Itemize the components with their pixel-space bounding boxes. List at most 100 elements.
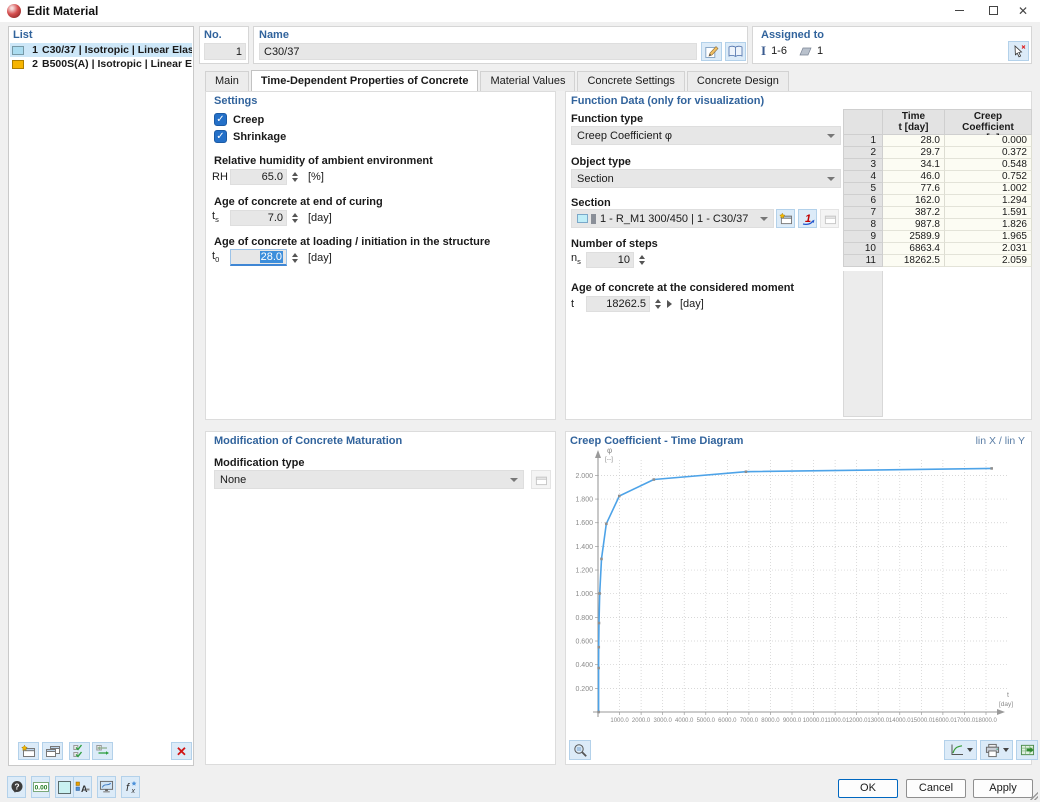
table-row-number[interactable]: 5 [843,183,883,195]
table-cell-creep[interactable]: 2.031 [945,243,1032,255]
select-assigned-objects-button[interactable] [1008,41,1029,61]
edit-section-button[interactable] [820,209,839,228]
minimize-button[interactable] [944,1,974,20]
formula-button[interactable]: fx [121,776,140,798]
name-box: Name C30/37 [253,26,748,64]
new-modification-button[interactable] [531,470,551,489]
rh-spinner[interactable] [289,169,300,185]
display-on-screen-button[interactable] [97,776,116,798]
moment-input[interactable]: 18262.5 [586,296,650,312]
tab-main[interactable]: Main [205,71,249,91]
table-row-number[interactable]: 7 [843,207,883,219]
new-section-button[interactable] [776,209,795,228]
steps-spinner[interactable] [636,252,647,268]
formula-fx-icon: fx [123,780,138,794]
steps-row: ns 10 [571,251,647,268]
apply-button[interactable]: Apply [973,779,1033,798]
table-cell-creep[interactable]: 1.826 [945,219,1032,231]
table-cell-time[interactable]: 29.7 [883,147,945,159]
tab-concrete-settings[interactable]: Concrete Settings [577,71,684,91]
export-chart-button[interactable] [1016,740,1038,760]
ts-spinner[interactable] [289,210,300,226]
moment-spinner[interactable] [652,296,663,312]
maximize-button[interactable] [978,1,1008,20]
cancel-button[interactable]: Cancel [906,779,966,798]
section-select[interactable]: 1 - R_M1 300/450 | 1 - C30/37 [571,209,774,228]
table-row-number[interactable]: 9 [843,231,883,243]
table-row-number[interactable]: 10 [843,243,883,255]
resize-grip[interactable] [1030,792,1038,800]
material-library-button[interactable] [725,42,746,61]
shrinkage-checkbox[interactable]: ✓ Shrinkage [214,130,286,143]
delete-material-button[interactable]: ✕ [171,742,192,760]
print-chart-button[interactable] [980,740,1013,760]
table-cell-time[interactable]: 46.0 [883,171,945,183]
material-name-field[interactable]: C30/37 [259,43,697,60]
table-cell-time[interactable]: 77.6 [883,183,945,195]
edit-name-button[interactable] [701,42,722,61]
chart-zoom-button[interactable] [569,740,591,760]
copy-material-button[interactable] [42,742,63,760]
table-cell-time[interactable]: 6863.4 [883,243,945,255]
edit-material-dialog: Edit Material ✕ List 1C30/37 | Isotropic… [0,0,1040,802]
creep-checkbox[interactable]: ✓ Creep [214,113,264,126]
help-button[interactable]: ? [7,776,26,798]
table-cell-time[interactable]: 18262.5 [883,255,945,267]
modification-type-select[interactable]: None [214,470,524,489]
list-item[interactable]: 1C30/37 | Isotropic | Linear Elastic [10,43,192,57]
table-cell-creep[interactable]: 1.294 [945,195,1032,207]
table-cell-time[interactable]: 28.0 [883,135,945,147]
diagram-settings-button[interactable] [944,740,977,760]
select-all-button[interactable] [69,742,90,760]
section-info-button[interactable]: 1 [798,209,817,228]
ts-input[interactable]: 7.0 [230,210,287,226]
rh-input[interactable]: 65.0 [230,169,287,185]
table-cell-creep[interactable]: 0.000 [945,135,1032,147]
chart-canvas[interactable]: 0.2000.4000.6000.8001.0001.2001.4001.600… [567,444,1031,740]
steps-input[interactable]: 10 [586,252,634,268]
list-item[interactable]: 2B500S(A) | Isotropic | Linear Elastic [10,57,192,71]
table-row-number[interactable]: 11 [843,255,883,267]
section-label: Section [571,197,611,209]
tab-material-values[interactable]: Material Values [480,71,575,91]
table-row-number[interactable]: 4 [843,171,883,183]
svg-text:12000.0: 12000.0 [846,718,868,724]
table-cell-creep[interactable]: 0.752 [945,171,1032,183]
table-cell-creep[interactable]: 1.965 [945,231,1032,243]
table-cell-time[interactable]: 162.0 [883,195,945,207]
tab-time-dependent-properties-of-concrete[interactable]: Time-Dependent Properties of Concrete [251,70,479,91]
table-row-number[interactable]: 1 [843,135,883,147]
table-cell-time[interactable]: 34.1 [883,159,945,171]
t0-spinner[interactable] [289,250,300,266]
table-row-number[interactable]: 8 [843,219,883,231]
t0-input[interactable]: 28.0 [230,249,287,266]
units-settings-button[interactable]: 0.00 [31,776,50,798]
material-color-swatch [12,60,24,69]
object-type-select[interactable]: Section [571,169,841,188]
table-cell-creep[interactable]: 1.002 [945,183,1032,195]
table-cell-time[interactable]: 387.2 [883,207,945,219]
svg-text:8000.0: 8000.0 [761,718,780,724]
tab-bar: MainTime-Dependent Properties of Concret… [205,70,791,91]
new-material-button[interactable] [18,742,39,760]
table-cell-creep[interactable]: 0.548 [945,159,1032,171]
table-cell-creep[interactable]: 0.372 [945,147,1032,159]
settings-panel: Settings ✓ Creep ✓ Shrinkage Relative hu… [205,91,556,420]
table-cell-creep[interactable]: 1.591 [945,207,1032,219]
toggle-selection-button[interactable] [92,742,113,760]
table-cell-time[interactable]: 2589.9 [883,231,945,243]
ok-button[interactable]: OK [838,779,898,798]
table-row-number[interactable]: 2 [843,147,883,159]
table-cell-time[interactable]: 987.8 [883,219,945,231]
tab-concrete-design[interactable]: Concrete Design [687,71,789,91]
close-button[interactable]: ✕ [1008,1,1038,20]
creep-time-diagram: 0.2000.4000.6000.8001.0001.2001.4001.600… [567,444,1031,740]
material-color-button[interactable] [55,776,74,798]
display-properties-button[interactable]: A [73,776,92,798]
list-toolbar: ✕ [12,742,190,762]
table-row-number[interactable]: 6 [843,195,883,207]
play-icon[interactable] [667,300,672,308]
table-cell-creep[interactable]: 2.059 [945,255,1032,267]
table-row-number[interactable]: 3 [843,159,883,171]
function-type-select[interactable]: Creep Coefficient φ [571,126,841,145]
